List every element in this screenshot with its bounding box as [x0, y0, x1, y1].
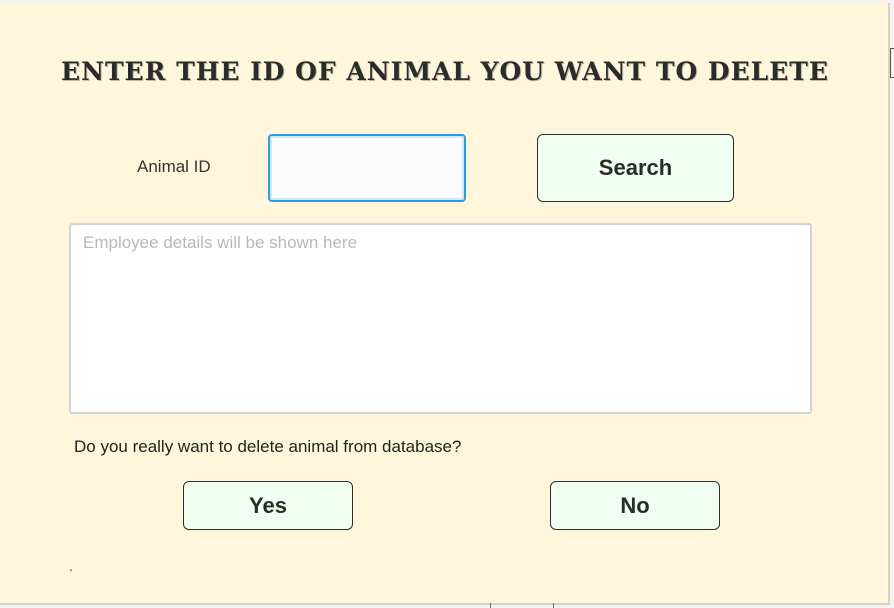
- status-label: .: [69, 558, 73, 574]
- delete-animal-dialog: ENTER THE ID OF ANIMAL YOU WANT TO DELET…: [0, 3, 890, 605]
- search-button[interactable]: Search: [537, 134, 734, 202]
- no-button[interactable]: No: [550, 481, 720, 530]
- confirm-question: Do you really want to delete animal from…: [74, 437, 462, 456]
- yes-button[interactable]: Yes: [183, 481, 353, 530]
- details-text-area[interactable]: [69, 223, 812, 414]
- dialog-title: ENTER THE ID OF ANIMAL YOU WANT TO DELET…: [61, 57, 829, 86]
- background-window-edge: [490, 603, 491, 608]
- animal-id-label: Animal ID: [137, 157, 211, 176]
- animal-id-input[interactable]: [268, 134, 466, 202]
- background-window-edge: [890, 48, 894, 78]
- background-window-edge: [553, 603, 554, 608]
